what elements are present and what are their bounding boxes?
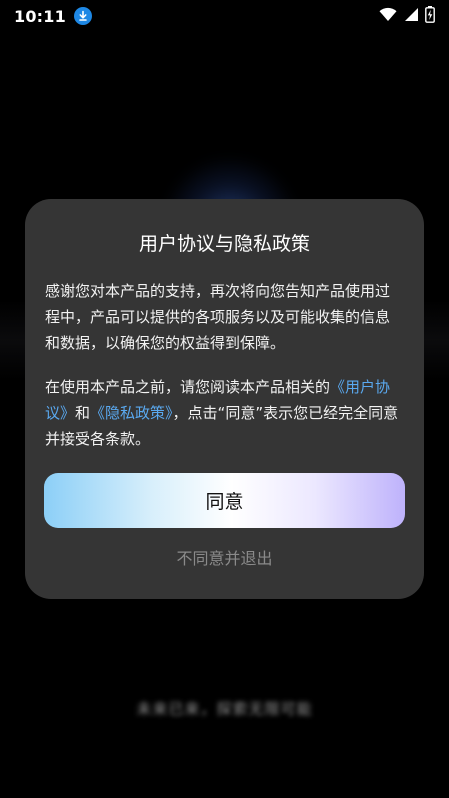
dialog-paragraph-intro: 感谢您对本产品的支持，再次将向您告知产品使用过程中，产品可以提供的各项服务以及可…: [45, 282, 391, 352]
terms-prefix-text: 在使用本产品之前，请您阅读本产品相关的: [45, 378, 331, 396]
disagree-exit-button[interactable]: 不同意并退出: [25, 545, 424, 569]
dialog-body: 感谢您对本产品的支持，再次将向您告知产品使用过程中，产品可以提供的各项服务以及可…: [45, 278, 404, 452]
status-right: [379, 5, 435, 27]
signal-icon: [403, 7, 419, 26]
background-footer-text: 未来已来，探索无限可能: [136, 700, 313, 718]
status-bar: 10:11: [0, 0, 449, 32]
wifi-icon: [379, 7, 397, 26]
dialog-paragraph-terms: 在使用本产品之前，请您阅读本产品相关的《用户协议》和《隐私政策》，点击“同意”表…: [45, 374, 404, 452]
battery-charging-icon: [425, 5, 435, 27]
agree-button[interactable]: 同意: [44, 473, 405, 528]
download-icon: [73, 7, 92, 25]
status-left: 10:11: [14, 7, 92, 26]
privacy-policy-link[interactable]: 《隐私政策》: [90, 404, 173, 422]
screen: 10:11 未来已来，探索无限可能 用户协议与隐私政策 感谢您对本产品的支持，再…: [0, 0, 449, 798]
dialog-title: 用户协议与隐私政策: [138, 233, 310, 255]
privacy-dialog: 用户协议与隐私政策 感谢您对本产品的支持，再次将向您告知产品使用过程中，产品可以…: [25, 199, 424, 599]
status-time: 10:11: [14, 6, 66, 26]
terms-and-text: 和: [75, 404, 91, 422]
